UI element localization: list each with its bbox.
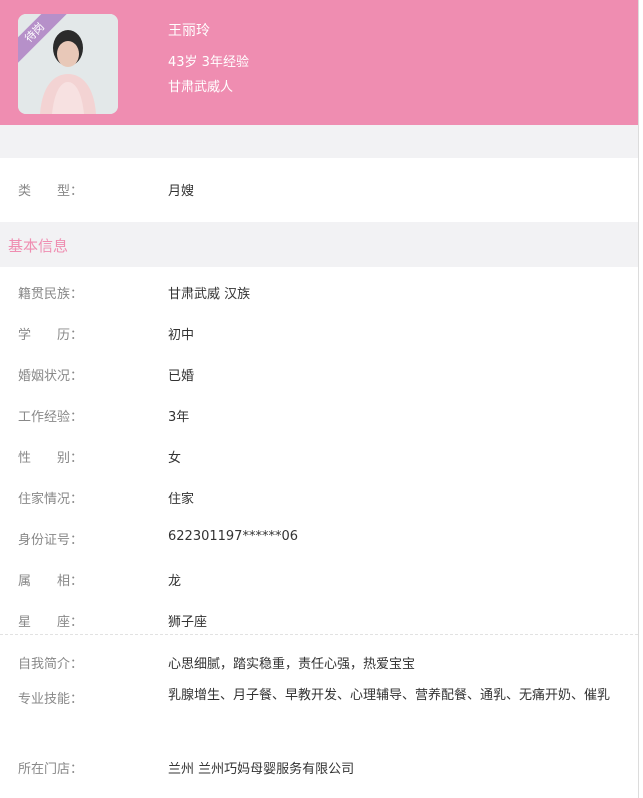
section-title: 基本信息 <box>8 237 69 255</box>
age-experience: 43岁 3年经验 <box>168 55 249 70</box>
divider <box>0 634 638 635</box>
detail-value: 已婚 <box>168 369 195 384</box>
type-row: 类 型： 月嫂 <box>0 158 638 222</box>
type-label: 类 型： <box>18 184 84 199</box>
detail-label: 住家情况： <box>18 492 84 507</box>
detail-value: 622301197******06 <box>168 529 298 544</box>
detail-label: 工作经验： <box>18 410 84 425</box>
detail-label: 身份证号： <box>18 533 84 548</box>
intro-value: 心思细腻，踏实稳重，责任心强，热爱宝宝 <box>168 657 416 672</box>
hometown: 甘肃武威人 <box>168 80 234 95</box>
profile-header: 待岗 王丽玲 43岁 3年经验 甘肃武威人 <box>0 0 638 125</box>
skills-value: 乳腺增生、月子餐、早教开发、心理辅导、营养配餐、通乳、无痛开奶、催乳 <box>168 688 611 703</box>
store-label: 所在门店： <box>18 762 84 777</box>
detail-value: 甘肃武威 汉族 <box>168 287 251 302</box>
detail-value: 住家 <box>168 492 195 507</box>
detail-label: 婚姻状况： <box>18 369 84 384</box>
detail-value: 3年 <box>168 410 190 425</box>
spacer <box>0 125 638 158</box>
detail-label: 学 历： <box>18 328 84 343</box>
intro-label: 自我简介： <box>18 657 84 672</box>
type-value: 月嫂 <box>168 184 195 199</box>
detail-value: 初中 <box>168 328 195 343</box>
avatar[interactable]: 待岗 <box>18 14 118 114</box>
section-header: 基本信息 <box>0 222 638 267</box>
worker-name: 王丽玲 <box>168 23 210 39</box>
detail-label: 性 别： <box>18 451 84 466</box>
skills-label: 专业技能： <box>18 692 84 707</box>
page-border <box>638 0 639 798</box>
store-value: 兰州 兰州巧妈母婴服务有限公司 <box>168 762 355 777</box>
detail-label: 籍贯民族： <box>18 287 84 302</box>
detail-label: 属 相： <box>18 574 84 589</box>
detail-value: 狮子座 <box>168 615 208 630</box>
detail-value: 女 <box>168 451 182 466</box>
detail-value: 龙 <box>168 574 182 589</box>
detail-label: 星 座： <box>18 615 84 630</box>
